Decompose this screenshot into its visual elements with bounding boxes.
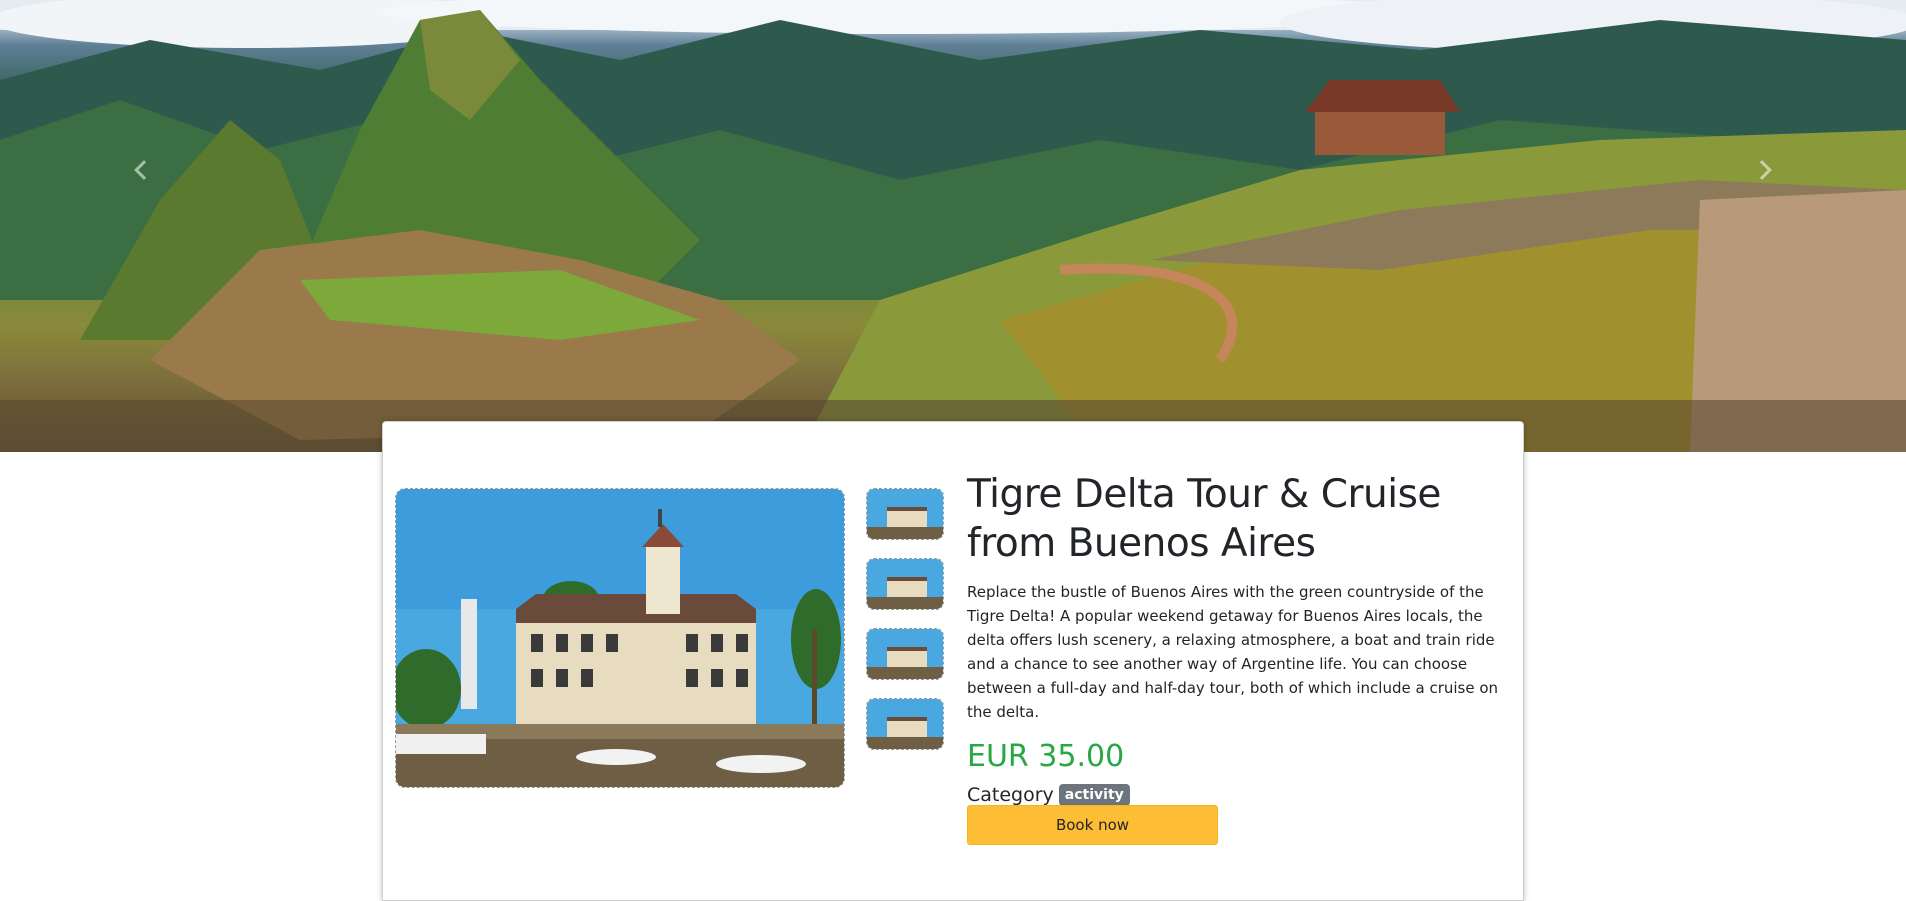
product-description: Replace the bustle of Buenos Aires with … <box>967 583 1499 721</box>
thumbnail-4[interactable] <box>866 698 944 750</box>
hero-banner <box>0 0 1906 452</box>
thumbnail-3[interactable] <box>866 628 944 680</box>
thumbnail-list <box>866 488 944 768</box>
tigre-delta-photo <box>396 489 844 787</box>
thumbnail-1[interactable] <box>866 488 944 540</box>
main-product-image[interactable] <box>395 488 845 788</box>
product-price: EUR 35.00 <box>967 739 1125 774</box>
product-title: Tigre Delta Tour & Cruise from Buenos Ai… <box>967 472 1441 566</box>
category-badge: activity <box>1058 784 1130 806</box>
carousel-next-button[interactable] <box>1742 150 1782 190</box>
chevron-left-icon <box>134 160 154 180</box>
product-details: Tigre Delta Tour & Cruise from Buenos Ai… <box>967 470 1513 808</box>
thumbnail-2[interactable] <box>866 558 944 610</box>
carousel-prev-button[interactable] <box>124 150 164 190</box>
chevron-right-icon <box>1752 160 1772 180</box>
machu-picchu-image <box>0 0 1906 452</box>
book-now-button[interactable]: Book now <box>967 805 1218 845</box>
